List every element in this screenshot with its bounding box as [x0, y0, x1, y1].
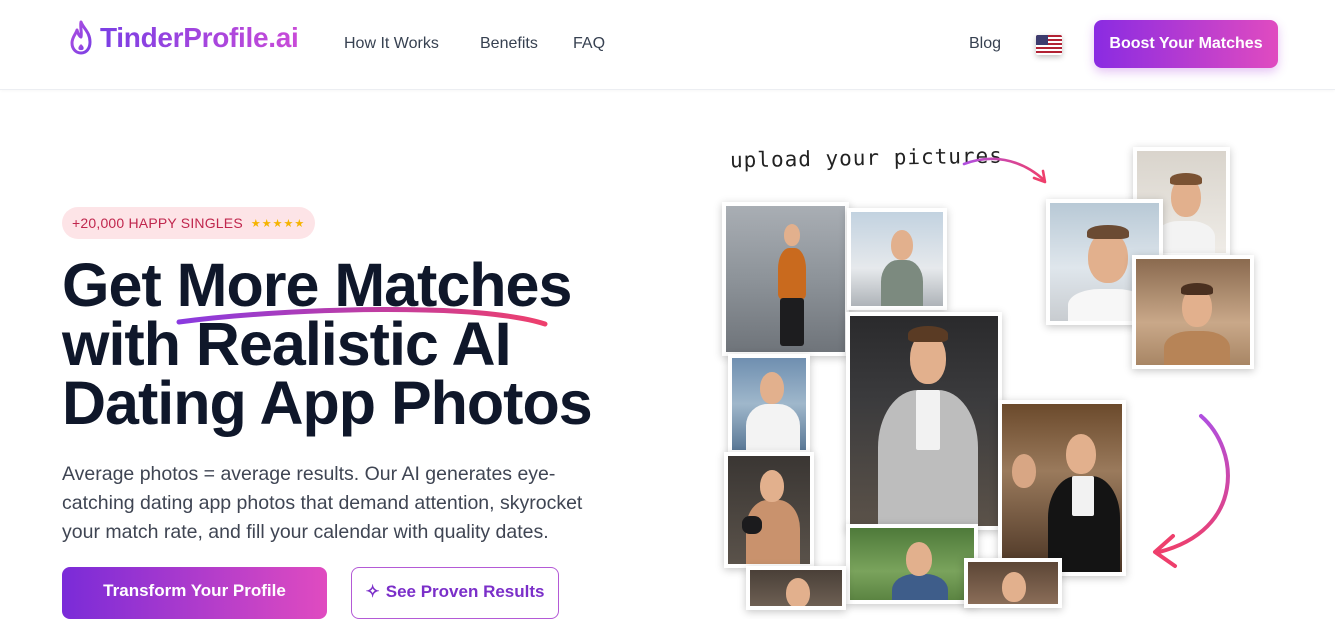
- transform-profile-button[interactable]: Transform Your Profile: [62, 567, 327, 619]
- output-photo-sea: [728, 354, 810, 454]
- logo-text: TinderProfile.ai: [100, 22, 299, 53]
- headline-underline-decoration: [176, 307, 548, 327]
- nav-link-faq[interactable]: FAQ: [573, 35, 605, 53]
- top-navbar: TinderProfile.ai How It Works Benefits F…: [0, 0, 1335, 90]
- flame-logo-icon: [70, 20, 92, 55]
- nav-link-benefits[interactable]: Benefits: [480, 35, 538, 53]
- logo-link[interactable]: TinderProfile.ai: [68, 20, 299, 56]
- output-photo-suit-runway: [846, 312, 1002, 530]
- upload-caption: upload your pictures: [729, 143, 1004, 173]
- curved-return-arrow-icon: [1153, 414, 1230, 568]
- boost-matches-button[interactable]: Boost Your Matches: [1094, 20, 1278, 68]
- us-flag-language-icon[interactable]: [1036, 35, 1062, 55]
- happy-singles-badge: +20,000 HAPPY SINGLES ★★★★★: [62, 207, 316, 239]
- hero-subtext: Average photos = average results. Our AI…: [62, 463, 583, 543]
- input-photo-3: [1132, 255, 1254, 369]
- output-photo-restaurant: [964, 558, 1062, 608]
- output-photo-helicopter: [847, 208, 947, 310]
- badge-label: +20,000 HAPPY SINGLES: [72, 215, 243, 231]
- headline-line-3: Dating App Photos: [62, 369, 593, 437]
- see-proven-results-button[interactable]: ✧ See Proven Results: [351, 567, 559, 619]
- output-photo-street: [722, 202, 849, 356]
- output-photo-boxing: [724, 452, 814, 568]
- output-photo-bottom: [746, 566, 846, 610]
- hero-headline: Get More Matches with Realistic AI Datin…: [62, 255, 662, 437]
- nav-link-how-it-works[interactable]: How It Works: [344, 35, 439, 53]
- output-photo-tuxedo: [998, 400, 1126, 576]
- output-photo-park: [846, 524, 978, 604]
- rating-stars-icon: ★★★★★: [250, 217, 306, 230]
- see-proven-results-label: See Proven Results: [385, 582, 545, 601]
- nav-link-blog[interactable]: Blog: [969, 35, 1001, 53]
- sparkle-icon: ✧: [365, 582, 380, 601]
